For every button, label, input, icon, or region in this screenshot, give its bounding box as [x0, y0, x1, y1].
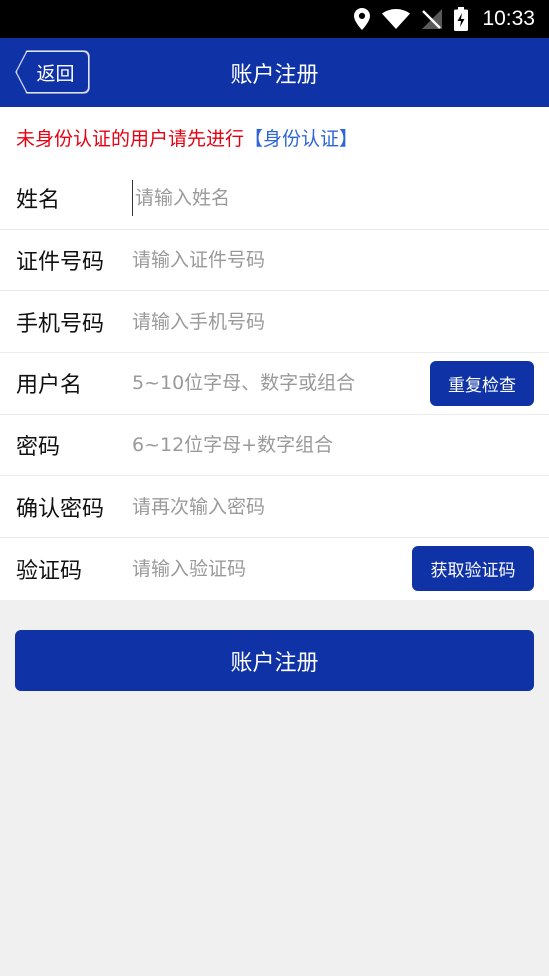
form-row-phone: 手机号码 [0, 291, 549, 354]
password-label: 密码 [16, 435, 61, 461]
username-label: 用户名 [16, 373, 83, 399]
confirm-password-input[interactable] [132, 488, 412, 525]
register-form: 姓名 证件号码 手机号码 用户名 重复检查 密码 确认密码 验证码 获取验证码 [0, 168, 549, 600]
register-submit-button[interactable]: 账户注册 [15, 630, 534, 691]
phone-label: 手机号码 [16, 311, 105, 337]
battery-charging-icon [454, 7, 469, 31]
phone-input[interactable] [132, 303, 412, 340]
nav-bar: 账户注册 返回 [0, 38, 549, 107]
form-row-password: 密码 [0, 415, 549, 477]
form-row-confirm-password: 确认密码 [0, 476, 549, 539]
confirm-password-label: 确认密码 [16, 496, 105, 522]
no-signal-icon [422, 9, 443, 29]
get-code-button[interactable]: 获取验证码 [412, 546, 534, 592]
password-input[interactable] [132, 427, 412, 464]
identity-verify-link[interactable]: 【身份认证】 [244, 124, 358, 151]
form-row-username: 用户名 重复检查 [0, 353, 549, 415]
notice-text: 未身份认证的用户请先进行 [16, 128, 245, 150]
id-number-input[interactable] [132, 242, 412, 279]
back-button[interactable]: 返回 [16, 51, 89, 93]
name-input[interactable] [132, 180, 412, 217]
location-icon [354, 8, 371, 30]
username-input[interactable] [132, 365, 412, 402]
form-row-id-number: 证件号码 [0, 230, 549, 292]
verification-code-label: 验证码 [16, 558, 83, 584]
status-time: 10:33 [482, 7, 535, 30]
duplicate-check-button[interactable]: 重复检查 [430, 360, 534, 406]
status-bar: 10:33 [0, 0, 549, 38]
verification-code-input[interactable] [132, 550, 412, 587]
identity-notice: 未身份认证的用户请先进行 【身份认证】 [0, 107, 549, 168]
form-row-verification-code: 验证码 获取验证码 [0, 538, 549, 600]
form-row-name: 姓名 [0, 168, 549, 230]
name-label: 姓名 [16, 188, 61, 214]
id-number-label: 证件号码 [16, 250, 105, 276]
wifi-icon [382, 9, 411, 29]
